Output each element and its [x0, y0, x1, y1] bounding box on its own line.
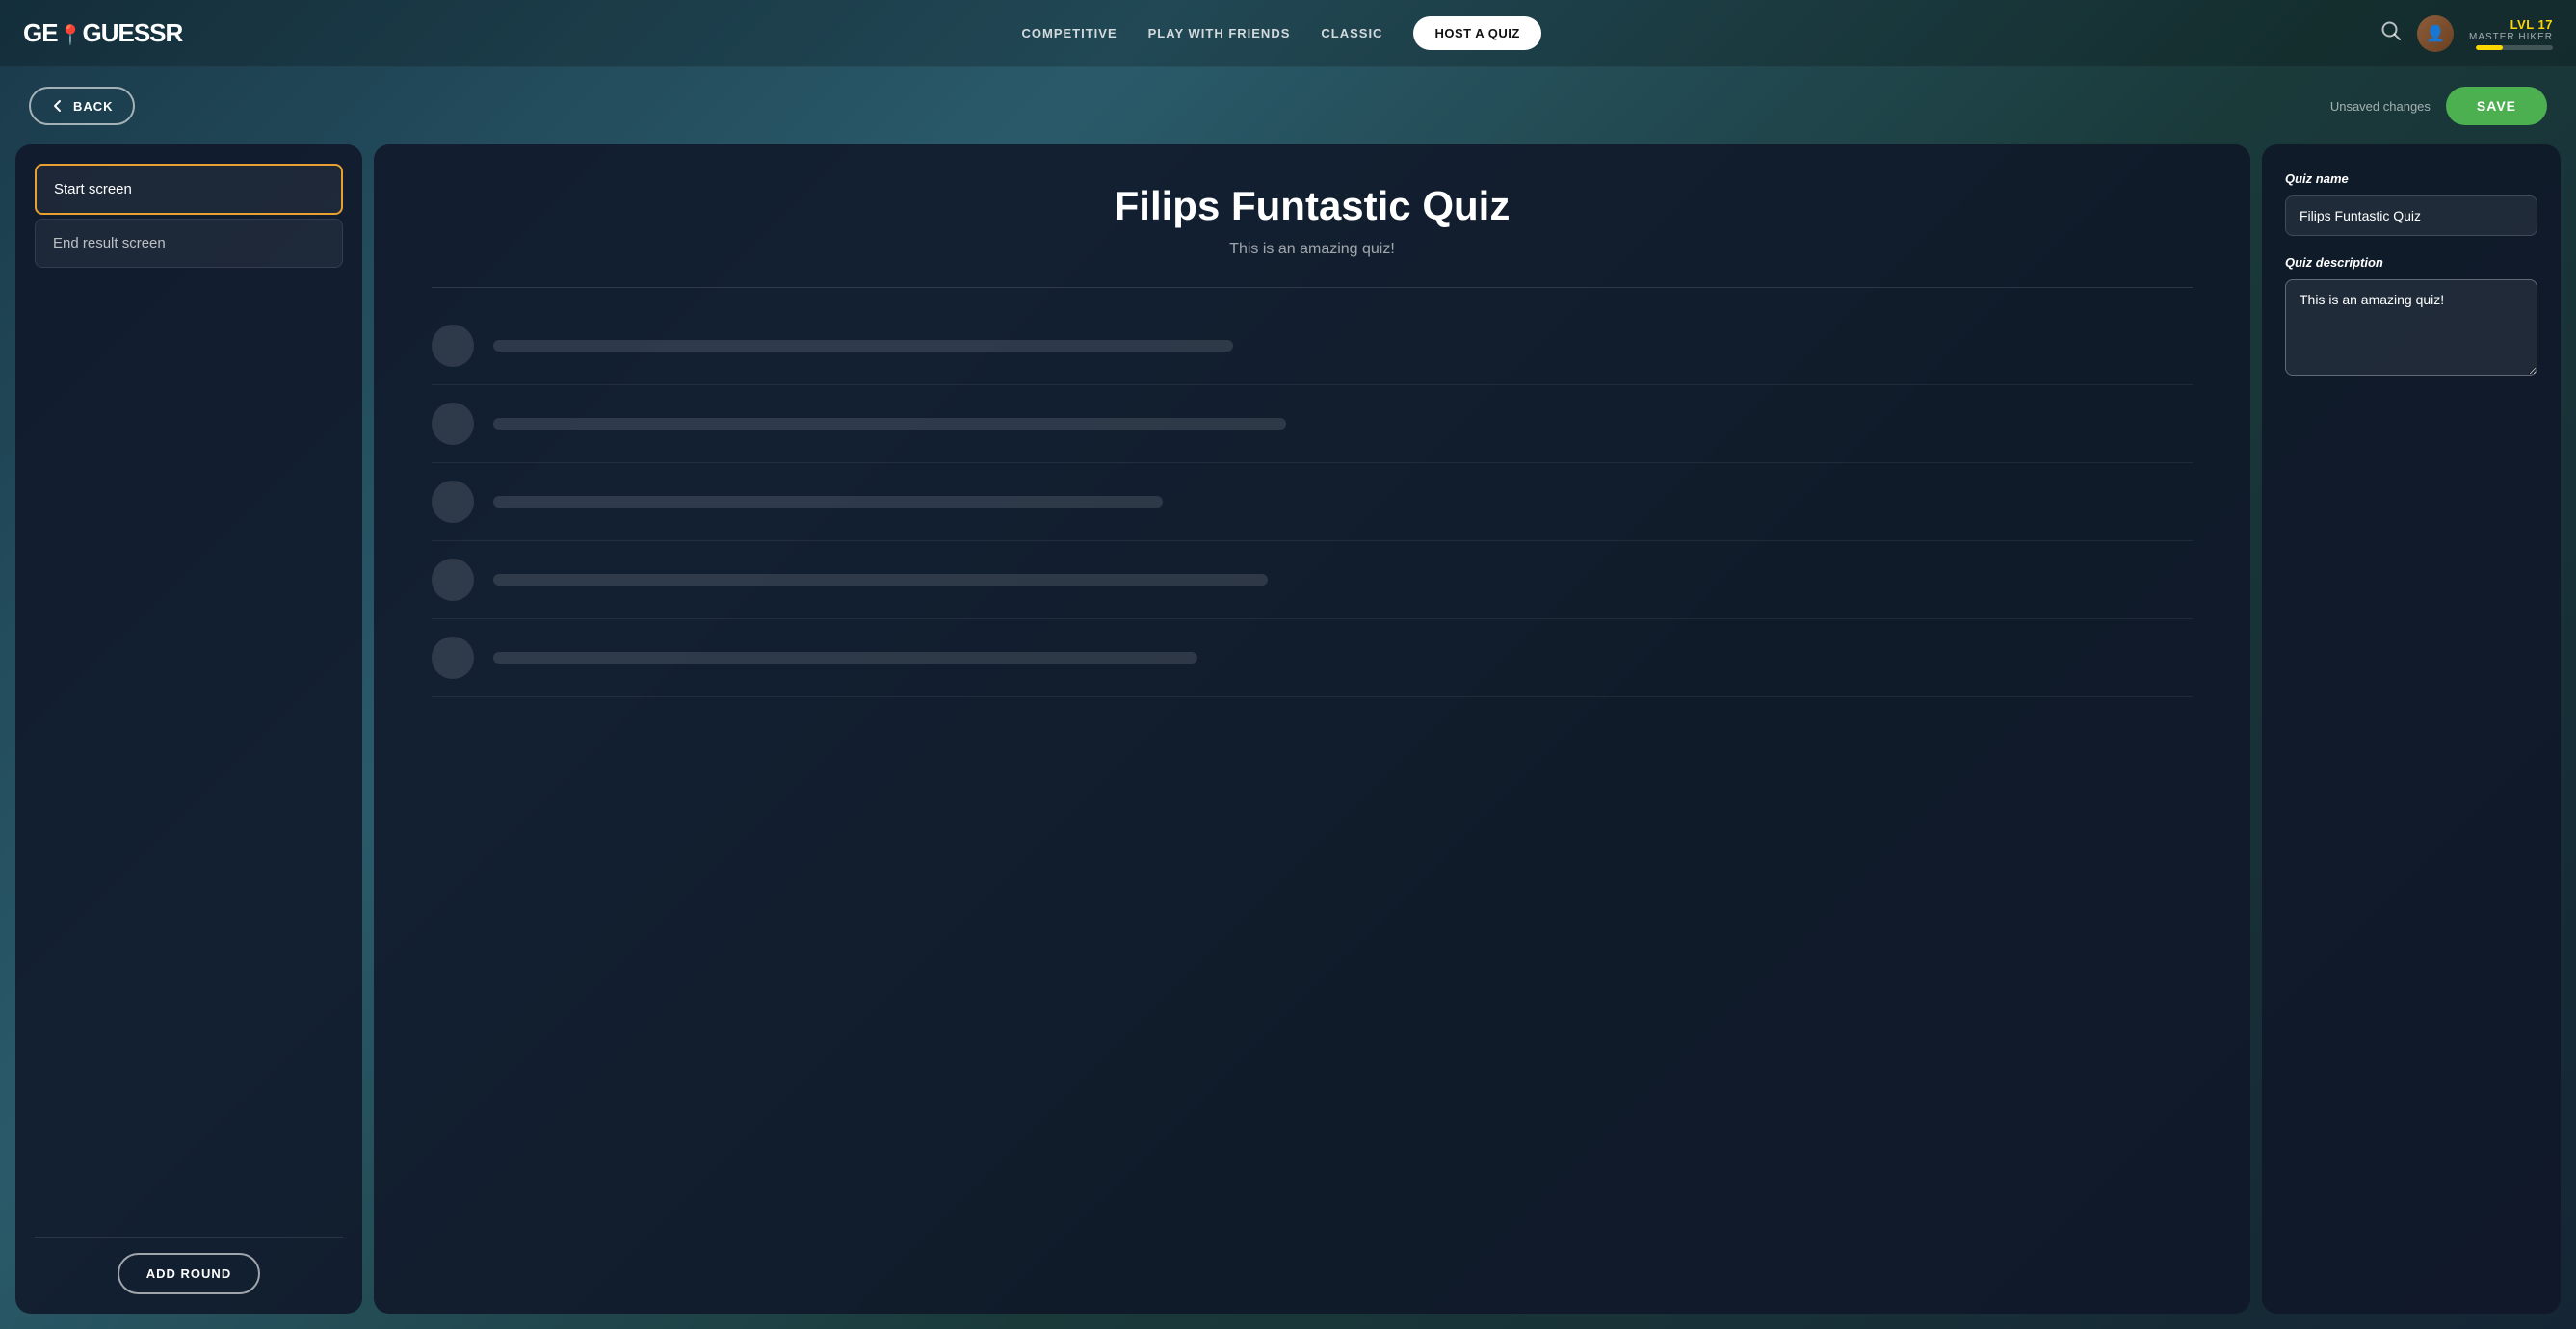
- nav-competitive[interactable]: COMPETITIVE: [1022, 26, 1117, 40]
- sub-header: BACK Unsaved changes SAVE: [0, 67, 2576, 144]
- placeholder-circle: [432, 481, 474, 523]
- level-bar-fill: [2476, 45, 2503, 50]
- placeholder-bar: [493, 652, 1197, 664]
- placeholder-circle: [432, 559, 474, 601]
- nav-play-with-friends[interactable]: PLAY WITH FRIENDS: [1148, 26, 1291, 40]
- placeholder-circle: [432, 403, 474, 445]
- avatar[interactable]: 👤: [2417, 15, 2454, 52]
- save-area: Unsaved changes SAVE: [2330, 87, 2547, 125]
- logo-geo: GE: [23, 18, 58, 47]
- host-quiz-button[interactable]: HOST A QUIZ: [1413, 16, 1540, 50]
- main-content: Start screen End result screen ADD ROUND…: [0, 144, 2576, 1329]
- quiz-name-input[interactable]: [2285, 195, 2537, 236]
- placeholder-bar: [493, 340, 1233, 352]
- placeholder-bar: [493, 418, 1286, 430]
- placeholder-bar: [493, 496, 1163, 508]
- quiz-subtitle: This is an amazing quiz!: [1229, 241, 1395, 258]
- level-text: LVL 17: [2510, 17, 2553, 32]
- level-bar: [2476, 45, 2553, 50]
- back-button[interactable]: BACK: [29, 87, 135, 125]
- placeholder-row: [432, 385, 2193, 463]
- placeholder-row: [432, 619, 2193, 697]
- left-panel-divider-line: [35, 1237, 343, 1238]
- placeholder-row: [432, 541, 2193, 619]
- logo-text: GE📍GUESSR: [23, 18, 182, 48]
- header: GE📍GUESSR COMPETITIVE PLAY WITH FRIENDS …: [0, 0, 2576, 67]
- header-right: 👤 LVL 17 MASTER HIKER: [2380, 15, 2553, 52]
- start-screen-item[interactable]: Start screen: [35, 164, 343, 215]
- start-screen-label: Start screen: [54, 181, 132, 197]
- back-label: BACK: [73, 99, 114, 114]
- placeholder-circle: [432, 637, 474, 679]
- placeholder-row: [432, 307, 2193, 385]
- level-info: LVL 17 MASTER HIKER: [2469, 17, 2553, 50]
- search-icon[interactable]: [2380, 20, 2402, 47]
- nav-classic[interactable]: CLASSIC: [1321, 26, 1382, 40]
- logo[interactable]: GE📍GUESSR: [23, 18, 182, 48]
- quiz-description-textarea[interactable]: This is an amazing quiz!: [2285, 279, 2537, 376]
- right-panel: Quiz name Quiz description This is an am…: [2262, 144, 2561, 1314]
- quiz-description-label: Quiz description: [2285, 255, 2537, 270]
- end-result-screen-item[interactable]: End result screen: [35, 219, 343, 268]
- placeholder-rows: [432, 307, 2193, 697]
- center-divider: [432, 287, 2193, 288]
- save-button[interactable]: SAVE: [2446, 87, 2547, 125]
- main-nav: COMPETITIVE PLAY WITH FRIENDS CLASSIC HO…: [221, 16, 2342, 50]
- quiz-name-label: Quiz name: [2285, 171, 2537, 186]
- placeholder-bar: [493, 574, 1268, 586]
- placeholder-row: [432, 463, 2193, 541]
- quiz-title: Filips Funtastic Quiz: [1115, 183, 1511, 229]
- logo-guessr: GUESSR: [82, 18, 182, 47]
- unsaved-changes-text: Unsaved changes: [2330, 99, 2431, 114]
- center-panel: Filips Funtastic Quiz This is an amazing…: [374, 144, 2250, 1314]
- left-panel-spacer: [35, 272, 343, 1221]
- level-title: MASTER HIKER: [2469, 32, 2553, 42]
- logo-pin-icon: 📍: [59, 25, 82, 46]
- placeholder-circle: [432, 325, 474, 367]
- left-panel: Start screen End result screen ADD ROUND: [15, 144, 362, 1314]
- add-round-button[interactable]: ADD ROUND: [118, 1253, 260, 1294]
- end-result-screen-label: End result screen: [53, 235, 166, 251]
